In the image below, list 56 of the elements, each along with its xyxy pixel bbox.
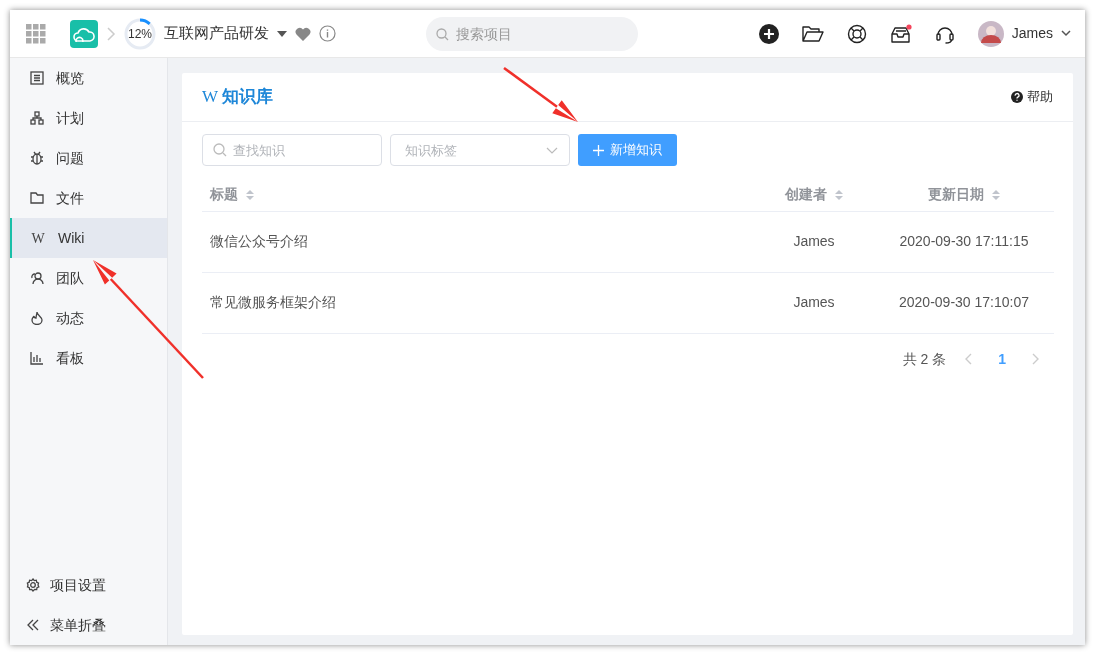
- total-count: 共 2 条: [902, 349, 947, 369]
- sidebar-item[interactable]: 问题: [10, 138, 167, 178]
- progress-text: 12%: [128, 25, 152, 43]
- sidebar-item[interactable]: 计划: [10, 98, 167, 138]
- caret-down-icon[interactable]: [277, 30, 287, 37]
- wiki-icon: W: [30, 227, 46, 249]
- progress-ring: [124, 17, 156, 50]
- sidebar-item[interactable]: 动态: [10, 298, 167, 338]
- info-icon[interactable]: [319, 25, 336, 42]
- search-icon: [213, 143, 227, 157]
- flame-icon: [30, 311, 44, 325]
- person-icon: [30, 271, 44, 285]
- plus-icon: [593, 144, 604, 156]
- document-list-icon: [30, 71, 44, 85]
- help-link[interactable]: 帮助: [1011, 87, 1053, 107]
- project-name[interactable]: 互联网产品研发: [164, 22, 269, 45]
- search-field[interactable]: 搜索项目: [426, 17, 638, 51]
- search-field[interactable]: 查找知识: [202, 134, 382, 166]
- sort-icon: [246, 189, 254, 200]
- folder-icon: [30, 191, 44, 205]
- hierarchy-icon: [30, 111, 44, 125]
- heart-icon[interactable]: [295, 26, 311, 41]
- sidebar-footer-item[interactable]: 菜单折叠: [10, 605, 167, 645]
- chevron-right-icon: [106, 26, 116, 41]
- table-cell: James: [793, 294, 835, 310]
- table-cell: 2020-09-30 17:11:15: [899, 233, 1029, 249]
- bug-icon: [30, 151, 44, 165]
- chevron-down-icon: [1061, 30, 1071, 37]
- title-cell[interactable]: 常见微服务框架介绍: [210, 294, 336, 310]
- sidebar-footer-item[interactable]: 项目设置: [10, 565, 167, 605]
- help-icon: [1011, 91, 1023, 103]
- sort-icon: [835, 189, 843, 200]
- inbox-icon[interactable]: [889, 23, 912, 44]
- title-cell[interactable]: 微信公众号介绍: [210, 233, 308, 249]
- add-icon[interactable]: [758, 23, 779, 44]
- sidebar-item[interactable]: 文件: [10, 178, 167, 218]
- search-icon: [436, 28, 449, 41]
- logo-icon: [70, 19, 98, 48]
- tag-select[interactable]: 知识标签: [390, 134, 570, 166]
- sort-icon: [992, 189, 1000, 200]
- table-cell: James: [793, 233, 835, 249]
- settings-icon: [26, 578, 40, 592]
- sidebar-item[interactable]: 概览: [10, 58, 167, 98]
- chevron-down-icon: [546, 147, 558, 154]
- folder-icon[interactable]: [801, 24, 824, 43]
- sidebar-item[interactable]: W Wiki: [10, 218, 167, 258]
- bar-chart-icon: [30, 351, 44, 365]
- sidebar-item[interactable]: 团队: [10, 258, 167, 298]
- lifebuoy-icon[interactable]: [846, 23, 867, 44]
- double-chevron-icon: [26, 618, 40, 632]
- user-name: James: [1011, 24, 1053, 43]
- sidebar-item[interactable]: 看板: [10, 338, 167, 378]
- user-menu[interactable]: James: [977, 20, 1071, 47]
- page-title: W 知识库: [202, 86, 274, 109]
- table-cell: 2020-09-30 17:10:07: [899, 294, 1029, 310]
- avatar: [977, 20, 1004, 47]
